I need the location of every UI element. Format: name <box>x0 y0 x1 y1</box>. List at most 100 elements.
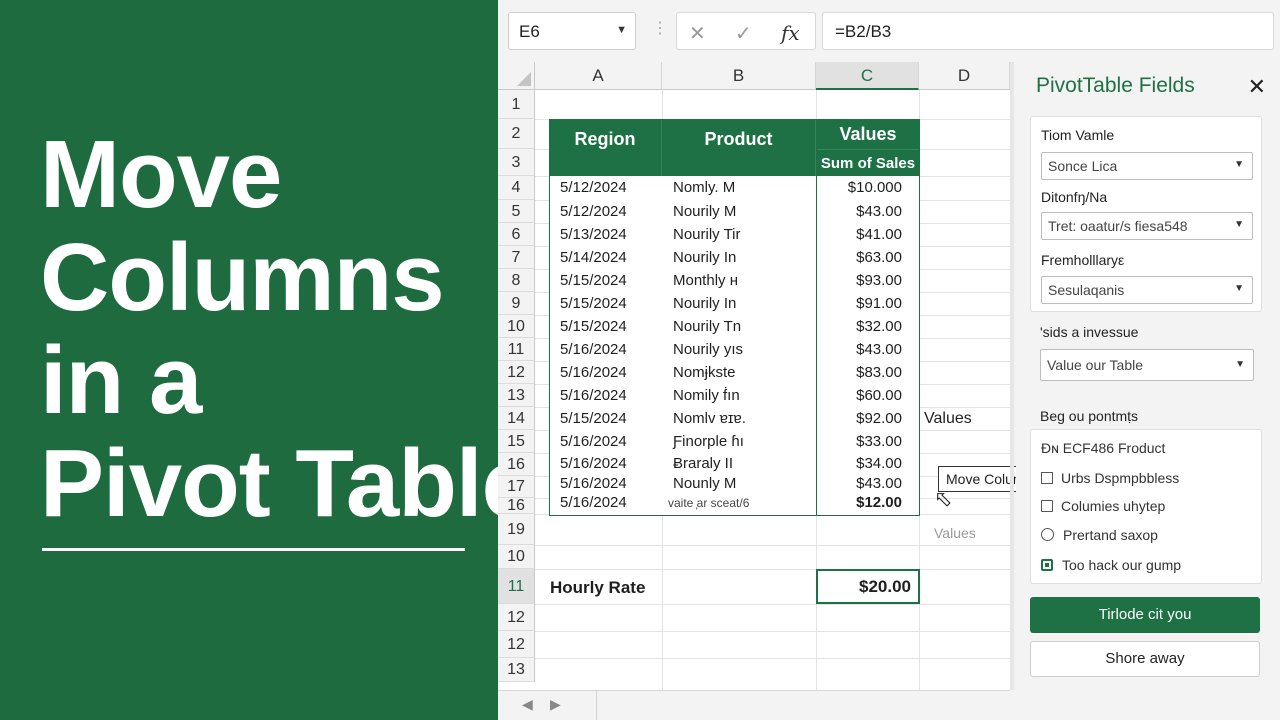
cell-value[interactable]: $34.00 <box>816 455 902 472</box>
scroll-left-icon[interactable]: ◀ <box>522 696 533 713</box>
cell-product[interactable]: Nourily M <box>673 203 736 220</box>
chevron-down-icon[interactable]: ▼ <box>616 24 627 36</box>
field-list-item[interactable]: Too hack our gump <box>1041 557 1181 573</box>
row-header[interactable]: 13 <box>498 384 535 407</box>
row-header[interactable]: 2 <box>498 119 535 149</box>
cancel-icon[interactable]: ✕ <box>689 21 706 46</box>
cell-product[interactable]: Nourily In <box>673 295 736 312</box>
row-header[interactable]: 16 <box>498 498 535 514</box>
row-header[interactable]: 12 <box>498 604 535 631</box>
row-header[interactable]: 8 <box>498 269 535 292</box>
chevron-down-icon[interactable]: ▼ <box>1234 159 1244 170</box>
cell-value[interactable]: $43.00 <box>816 203 902 220</box>
row-header[interactable]: 10 <box>498 315 535 338</box>
cell-date[interactable]: 5/15/2024 <box>560 295 627 312</box>
row-header[interactable]: 11 <box>498 569 535 604</box>
checkbox[interactable] <box>1041 472 1053 484</box>
cell-product[interactable]: Nomily ḟın <box>673 387 740 404</box>
select-all-corner[interactable] <box>498 62 535 90</box>
enter-icon[interactable]: ✓ <box>735 21 752 46</box>
row-header[interactable]: 1 <box>498 90 535 119</box>
cell-date[interactable]: 5/14/2024 <box>560 249 627 266</box>
chevron-down-icon[interactable]: ▼ <box>1234 219 1244 230</box>
cell-product[interactable]: Nomlv ɐɪɐ. <box>673 410 746 427</box>
row-header[interactable]: 19 <box>498 514 535 545</box>
cell-date[interactable]: 5/15/2024 <box>560 410 627 427</box>
row-header[interactable]: 3 <box>498 149 535 176</box>
cell-value[interactable]: $91.00 <box>816 295 902 312</box>
formula-input[interactable]: =B2/B3 <box>822 12 1274 50</box>
cell-date[interactable]: 5/15/2024 <box>560 318 627 335</box>
field-select[interactable]: Tret: oaatur/ѕ fiesa548 ▼ <box>1041 212 1253 240</box>
cell-date[interactable]: 5/15/2024 <box>560 272 627 289</box>
row-header[interactable]: 13 <box>498 658 535 682</box>
row-header[interactable]: 10 <box>498 545 535 569</box>
row-header[interactable]: 5 <box>498 200 535 223</box>
cell-date[interactable]: 5/16/2024 <box>560 364 627 381</box>
cell-product[interactable]: Ƀraraly II <box>673 455 733 472</box>
cell-value[interactable]: $83.00 <box>816 364 902 381</box>
cell-product[interactable]: Nourily Tir <box>673 226 741 243</box>
column-header-a[interactable]: A <box>535 62 662 90</box>
cell-value[interactable]: $32.00 <box>816 318 902 335</box>
cell-product[interactable]: Nounly M <box>673 475 736 492</box>
row-header[interactable]: 17 <box>498 476 535 498</box>
checked-checkbox[interactable] <box>1041 559 1053 571</box>
insert-function-icon[interactable]: fx <box>781 21 800 45</box>
cell-product[interactable]: Ƒinorple ɦı <box>673 433 744 450</box>
row-header[interactable]: 12 <box>498 631 535 658</box>
secondary-button[interactable]: Shore away <box>1030 641 1260 677</box>
cell-date[interactable]: 5/13/2024 <box>560 226 627 243</box>
chevron-down-icon[interactable]: ▼ <box>1235 359 1245 370</box>
cell-date[interactable]: 5/16/2024 <box>560 433 627 450</box>
layout-select[interactable]: Value our Table ▼ <box>1040 349 1254 381</box>
cell-date[interactable]: 5/12/2024 <box>560 203 627 220</box>
cell-value[interactable]: $12.00 <box>816 494 902 511</box>
column-header-c[interactable]: C <box>816 62 919 90</box>
cell-date[interactable]: 5/16/2024 <box>560 387 627 404</box>
cell-product[interactable]: Nomly. M <box>673 179 735 196</box>
column-header-b[interactable]: B <box>662 62 816 90</box>
cell-date[interactable]: 5/16/2024 <box>560 475 627 492</box>
cell-value[interactable]: $10.000 <box>816 179 902 196</box>
field-select[interactable]: Sesulaqanis ▼ <box>1041 276 1253 304</box>
row-header[interactable]: 15 <box>498 430 535 453</box>
name-box[interactable]: E6 ▼ <box>508 12 636 50</box>
cell-product[interactable]: Nourily Tn <box>673 318 741 335</box>
cell-value[interactable]: $60.00 <box>816 387 902 404</box>
cell-value[interactable]: $41.00 <box>816 226 902 243</box>
close-icon[interactable]: ✕ <box>1248 74 1266 100</box>
cell-date[interactable]: 5/12/2024 <box>560 179 627 196</box>
field-list-item[interactable]: Columies uhytep <box>1041 498 1165 514</box>
hourly-rate-label[interactable]: Hourly Rate <box>550 578 645 598</box>
row-header[interactable]: 6 <box>498 223 535 246</box>
primary-button[interactable]: Tirlode cit you <box>1030 597 1260 633</box>
row-header[interactable]: 11 <box>498 338 535 361</box>
row-header[interactable]: 7 <box>498 246 535 269</box>
field-list-item[interactable]: Prertand saxop <box>1041 527 1158 543</box>
checkbox[interactable] <box>1041 500 1053 512</box>
hourly-rate-cell[interactable]: $20.00 <box>816 569 920 604</box>
field-list-item[interactable]: Ðɴ ECF486 Froduct <box>1041 440 1165 456</box>
column-header-d[interactable]: D <box>919 62 1010 90</box>
cell-product[interactable]: Nourily yıs <box>673 341 743 358</box>
field-list-item[interactable]: Urbs Dspmpbbless <box>1041 470 1179 486</box>
row-header[interactable]: 14 <box>498 407 535 430</box>
cell-date[interactable]: 5/16/2024 <box>560 494 627 511</box>
cell-value[interactable]: $92.00 <box>816 410 902 427</box>
chevron-down-icon[interactable]: ▼ <box>1234 283 1244 294</box>
row-header[interactable]: 4 <box>498 176 535 200</box>
field-select[interactable]: Sonce Lica ▼ <box>1041 152 1253 180</box>
cell-product[interactable]: Nourily In <box>673 249 736 266</box>
cell-date[interactable]: 5/16/2024 <box>560 455 627 472</box>
row-header[interactable]: 16 <box>498 453 535 476</box>
spreadsheet-grid[interactable]: A B C D 1 2 3 4 5 6 7 8 9 10 11 12 13 14… <box>498 62 1048 690</box>
cell-value[interactable]: $43.00 <box>816 475 902 492</box>
cell-value[interactable]: $63.00 <box>816 249 902 266</box>
cell-value[interactable]: $33.00 <box>816 433 902 450</box>
row-header[interactable]: 9 <box>498 292 535 315</box>
cell-date[interactable]: 5/16/2024 <box>560 341 627 358</box>
row-header[interactable]: 12 <box>498 361 535 384</box>
scroll-right-icon[interactable]: ▶ <box>550 696 561 713</box>
cell-product[interactable]: Nomɉkste <box>673 364 736 381</box>
